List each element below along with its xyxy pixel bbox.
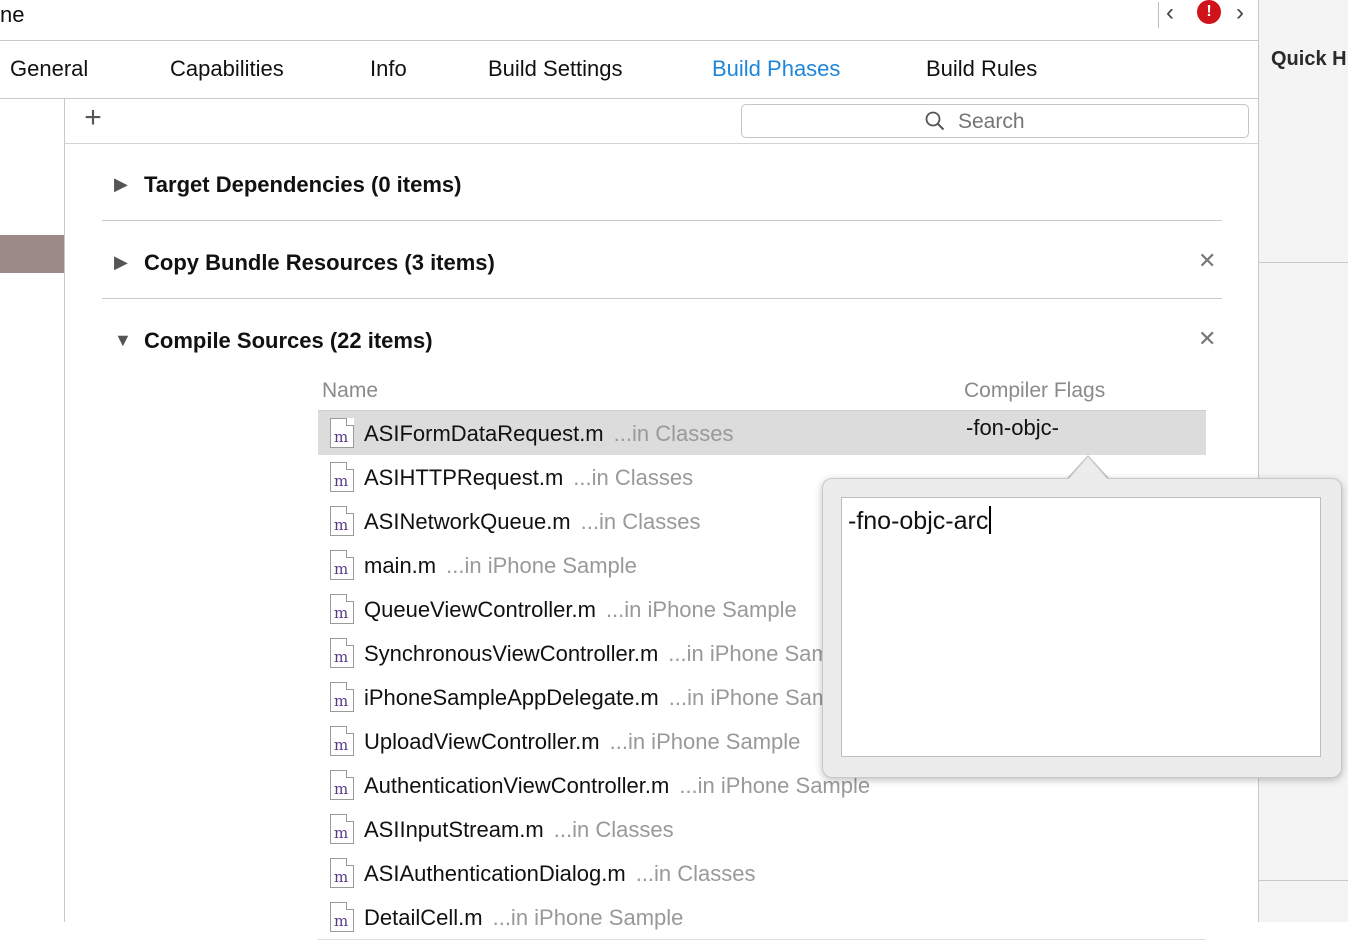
objc-file-icon: m [330, 770, 354, 800]
error-icon[interactable]: ! [1197, 0, 1221, 24]
tab-general[interactable]: General [10, 56, 88, 82]
file-name: iPhoneSampleAppDelegate.m [364, 685, 659, 710]
search-field[interactable] [741, 104, 1249, 138]
inspector-divider [1259, 262, 1348, 263]
search-input[interactable] [958, 110, 1198, 134]
file-name: UploadViewController.m [364, 729, 600, 754]
objc-file-icon: m [330, 594, 354, 624]
quick-help-inspector: Quick H [1258, 0, 1348, 922]
tab-build-rules[interactable]: Build Rules [926, 56, 1037, 82]
objc-file-icon: m [330, 858, 354, 888]
phase-title: Target Dependencies (0 items) [144, 172, 462, 197]
objc-file-icon: m [330, 682, 354, 712]
targets-sidebar [0, 99, 65, 922]
editor-tab-bar: General Capabilities Info Build Settings… [0, 41, 1258, 99]
tab-info[interactable]: Info [370, 56, 407, 82]
window-title: ne [0, 2, 25, 27]
disclosure-triangle-expanded-icon[interactable]: ▼ [114, 330, 132, 351]
tab-build-settings[interactable]: Build Settings [488, 56, 623, 82]
disclosure-triangle-icon[interactable]: ▶ [114, 252, 128, 273]
inspector-title: Quick H [1271, 48, 1347, 70]
toolbar-divider [1158, 2, 1159, 28]
column-header-name[interactable]: Name [322, 379, 378, 403]
file-name: AuthenticationViewController.m [364, 773, 670, 798]
file-location: ...in iPhone Sample [605, 597, 797, 622]
tab-capabilities[interactable]: Capabilities [170, 56, 284, 82]
file-name: ASIAuthenticationDialog.m [364, 861, 626, 886]
file-name: DetailCell.m [364, 905, 483, 930]
close-icon[interactable]: ✕ [1198, 248, 1216, 274]
objc-file-icon: m [330, 726, 354, 756]
table-row[interactable]: m ASIFormDataRequest.m ...in Classes -fon… [318, 411, 1206, 456]
objc-file-icon: m [330, 506, 354, 536]
build-phases-toolbar: + [65, 99, 1258, 144]
add-build-phase-button[interactable]: + [79, 103, 107, 133]
phase-title: Compile Sources (22 items) [144, 328, 433, 353]
compiler-flags-editor[interactable]: -fno-objc-arc [841, 497, 1321, 757]
file-name: QueueViewController.m [364, 597, 596, 622]
file-name: ASIFormDataRequest.m [364, 421, 604, 446]
file-location: ...in iPhone Sample [446, 553, 637, 578]
tab-build-phases[interactable]: Build Phases [712, 56, 840, 82]
compiler-flags-popover: -fno-objc-arc [822, 478, 1342, 778]
file-name: ASINetworkQueue.m [364, 509, 571, 534]
table-row[interactable]: m ASIAuthenticationDialog.m ...in Classes [318, 851, 1206, 896]
objc-file-icon: m [330, 814, 354, 844]
chevron-right-icon[interactable]: › [1236, 0, 1256, 28]
file-name: ASIInputStream.m [364, 817, 544, 842]
column-header-compiler-flags[interactable]: Compiler Flags [964, 379, 1105, 403]
chevron-left-icon[interactable]: ‹ [1166, 0, 1186, 28]
file-location: ...in iPhone Sample [609, 729, 801, 754]
phase-title: Copy Bundle Resources (3 items) [144, 250, 495, 275]
objc-file-icon: m [330, 462, 354, 492]
file-location: ...in Classes [635, 861, 756, 886]
table-row[interactable]: m DetailCell.m ...in iPhone Sample [318, 895, 1206, 940]
toolbar: ne ‹ ! › [0, 0, 1258, 41]
inspector-divider [1259, 880, 1348, 881]
objc-file-icon: m [330, 638, 354, 668]
popover-arrow-fill [1068, 457, 1108, 480]
objc-file-icon: m [330, 902, 354, 932]
phase-divider [102, 220, 1222, 221]
disclosure-triangle-icon[interactable]: ▶ [114, 174, 128, 195]
file-location: ...in Classes [613, 421, 734, 446]
file-location: ...in Classes [573, 465, 694, 490]
close-icon[interactable]: ✕ [1198, 326, 1216, 352]
file-name: ASIHTTPRequest.m [364, 465, 564, 490]
search-icon [925, 111, 945, 131]
text-caret [989, 506, 992, 534]
file-location: ...in Classes [553, 817, 674, 842]
file-location: ...in iPhone Sample [492, 905, 684, 930]
file-name: SynchronousViewController.m [364, 641, 659, 666]
compiler-flags-cell[interactable]: -fon-objc- [966, 415, 1059, 441]
phase-divider [102, 298, 1222, 299]
table-row[interactable]: m ASIInputStream.m ...in Classes [318, 807, 1206, 852]
file-name: main.m [364, 553, 437, 578]
selected-target-item[interactable] [0, 235, 64, 273]
compiler-flags-value[interactable]: -fno-objc-arc [848, 507, 988, 535]
file-location: ...in Classes [580, 509, 701, 534]
objc-file-icon: m [330, 550, 354, 580]
objc-file-icon: m [330, 418, 354, 448]
